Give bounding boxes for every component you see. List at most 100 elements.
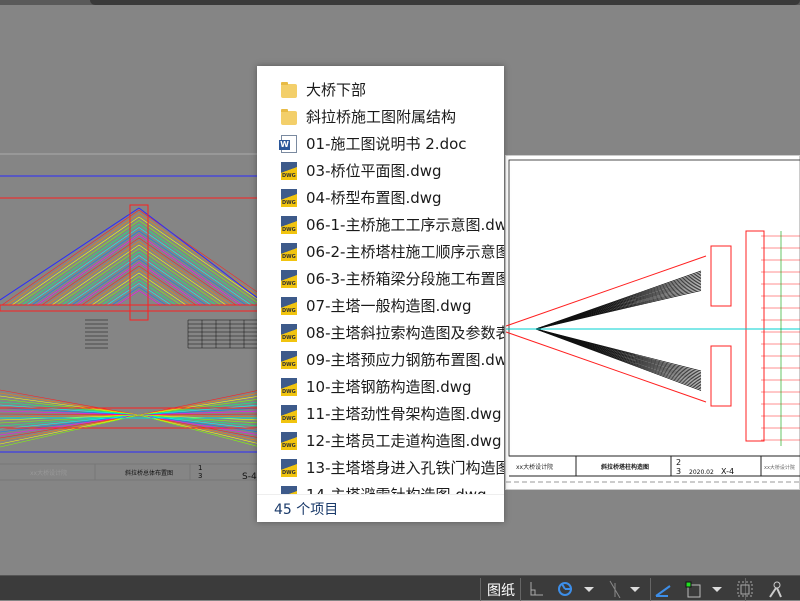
right-drawing-sheet[interactable]: xx大桥设计院 斜拉桥塔柱构造图 2 3 2020.02 X-4 xx大桥设计院: [505, 155, 800, 490]
cad-line: [138, 269, 192, 306]
title-block: xx大桥设计院 斜拉桥塔柱构造图 2 3 2020.02 X-4 xx大桥设计院: [506, 455, 800, 483]
list-item-dwg[interactable]: DWG 07-主塔一般构造图.dwg: [257, 292, 504, 319]
page-number: 2: [676, 458, 681, 467]
cad-line: [91, 272, 140, 306]
sheet-title: 斜拉桥塔柱构造图: [600, 463, 649, 471]
list-item-dwg[interactable]: DWG 14-主塔避雷针构造图.dwg: [257, 481, 504, 494]
item-count: 45 个项目: [257, 494, 504, 522]
list-item-dwg[interactable]: DWG 06-3-主桥箱梁分段施工布置图.dwg: [257, 265, 504, 292]
dwg-file-icon: DWG: [281, 404, 297, 423]
cad-line: [111, 286, 140, 306]
company-name: xx大桥设计院: [30, 469, 67, 477]
list-item-folder[interactable]: 斜拉桥施工图附属结构: [257, 103, 504, 130]
snap-dropdown-icon[interactable]: [712, 587, 722, 592]
cad-line: [138, 223, 257, 306]
list-item-dwg[interactable]: DWG 09-主塔预应力钢筋布置图.dwg: [257, 346, 504, 373]
dwg-file-icon: DWG: [281, 431, 297, 450]
file-name: 07-主塔一般构造图.dwg: [306, 297, 472, 315]
file-type-badge: DWG: [282, 442, 296, 449]
cad-line: [138, 227, 252, 306]
file-name: 10-主塔钢筋构造图.dwg: [306, 378, 472, 396]
file-type-badge: DWG: [282, 469, 296, 476]
file-type-badge: DWG: [282, 280, 296, 287]
annotation-scale-icon[interactable]: [766, 580, 784, 598]
list-item-dwg[interactable]: DWG 04-桥型布置图.dwg: [257, 184, 504, 211]
cad-line: [535, 290, 702, 330]
isodraft-icon[interactable]: [606, 580, 624, 598]
dwg-file-icon: DWG: [281, 188, 297, 207]
file-type-badge: W: [279, 139, 290, 150]
file-type-badge: DWG: [282, 415, 296, 422]
cad-line: [41, 237, 140, 306]
cad-line: [138, 283, 172, 306]
cad-line: [138, 414, 261, 448]
list-item-dwg[interactable]: DWG 10-主塔钢筋构造图.dwg: [257, 373, 504, 400]
object-snap-icon[interactable]: [684, 580, 702, 598]
cad-line: [61, 251, 140, 306]
file-name: 12-主塔员工走道构造图.dwg: [306, 432, 502, 450]
cad-line: [71, 258, 140, 306]
ortho-icon[interactable]: [528, 580, 546, 598]
cad-line: [0, 398, 140, 416]
folder-jump-list-popup: 大桥下部斜拉桥施工图附属结构 W 01-施工图说明书 2.doc DWG 03-桥位平面…: [257, 66, 504, 522]
sheet-number: S-4: [242, 472, 257, 482]
cad-line: [11, 216, 140, 306]
cad-line: [535, 328, 702, 391]
file-name: 11-主塔劲性骨架构造图.dwg: [306, 405, 502, 423]
file-list[interactable]: 大桥下部斜拉桥施工图附属结构 W 01-施工图说明书 2.doc DWG 03-桥位平面…: [257, 76, 504, 494]
page-number: 1: [198, 464, 202, 472]
cad-line: [56, 248, 140, 306]
sheet-title: 斜拉桥总体布置图: [125, 469, 173, 477]
company-name: xx大桥设计院: [516, 463, 553, 471]
list-item-folder[interactable]: 大桥下部: [257, 76, 504, 103]
dwg-file-icon: DWG: [281, 296, 297, 315]
file-name: 13-主塔塔身进入孔铁门构造图.dwg: [306, 459, 504, 477]
window-top-bar: [0, 0, 800, 5]
dwg-file-icon: DWG: [281, 242, 297, 261]
list-item-dwg[interactable]: DWG 11-主塔劲性骨架构造图.dwg: [257, 400, 504, 427]
title-block: xx大桥设计院 斜拉桥总体布置图 1 3 S-4: [0, 463, 260, 482]
dwg-file-icon: DWG: [281, 323, 297, 342]
polar-dropdown-icon[interactable]: [584, 587, 594, 592]
file-type-badge: DWG: [282, 361, 296, 368]
list-item-dwg[interactable]: DWG 03-桥位平面图.dwg: [257, 157, 504, 184]
dwg-file-icon: DWG: [281, 485, 297, 494]
list-item-dwg[interactable]: DWG 06-1-主桥施工工序示意图.dwg: [257, 211, 504, 238]
word-doc-icon: W: [279, 134, 297, 153]
cad-line: [138, 248, 222, 306]
cad-line: [46, 241, 140, 306]
dwg-file-icon: DWG: [281, 161, 297, 180]
drawing-tab-strip[interactable]: [90, 0, 800, 5]
list-item-dwg[interactable]: DWG 13-主塔塔身进入孔铁门构造图.dwg: [257, 454, 504, 481]
cad-line: [26, 227, 140, 306]
list-item-doc[interactable]: W 01-施工图说明书 2.doc: [257, 130, 504, 157]
cad-line: [6, 213, 140, 306]
anchor-block: [710, 345, 732, 407]
anchor-block: [710, 245, 732, 307]
file-name: 06-1-主桥施工工序示意图.dwg: [306, 216, 504, 234]
folder-icon: [281, 108, 297, 125]
paper-space-button[interactable]: 图纸: [480, 578, 520, 601]
list-item-dwg[interactable]: DWG 08-主塔斜拉索构造图及参数表.dwg: [257, 319, 504, 346]
list-item-dwg[interactable]: DWG 06-2-主桥塔柱施工顺序示意图.dwg: [257, 238, 504, 265]
dwg-file-icon: DWG: [281, 458, 297, 477]
project-name: xx大桥设计院: [764, 464, 795, 471]
pylon-cable-anchor-detail: [505, 230, 765, 442]
object-snap-tracking-icon[interactable]: [654, 580, 672, 598]
file-name: 14-主塔避雷针构造图.dwg: [306, 484, 487, 494]
cad-line: [138, 251, 217, 306]
file-type-badge: DWG: [282, 253, 296, 260]
file-name: 大桥下部: [306, 81, 367, 99]
cad-line: [138, 258, 207, 306]
cad-line: [138, 241, 232, 306]
cad-line: [106, 283, 140, 306]
viewport-icon[interactable]: [736, 580, 754, 598]
sheet-border: [508, 159, 800, 457]
cad-line: [138, 404, 261, 416]
cad-line: [138, 272, 187, 306]
list-item-dwg[interactable]: DWG 12-主塔员工走道构造图.dwg: [257, 427, 504, 454]
cad-line: [138, 398, 261, 416]
isodraft-dropdown-icon[interactable]: [630, 587, 640, 592]
cad-line: [138, 395, 261, 416]
polar-tracking-icon[interactable]: [556, 580, 574, 598]
